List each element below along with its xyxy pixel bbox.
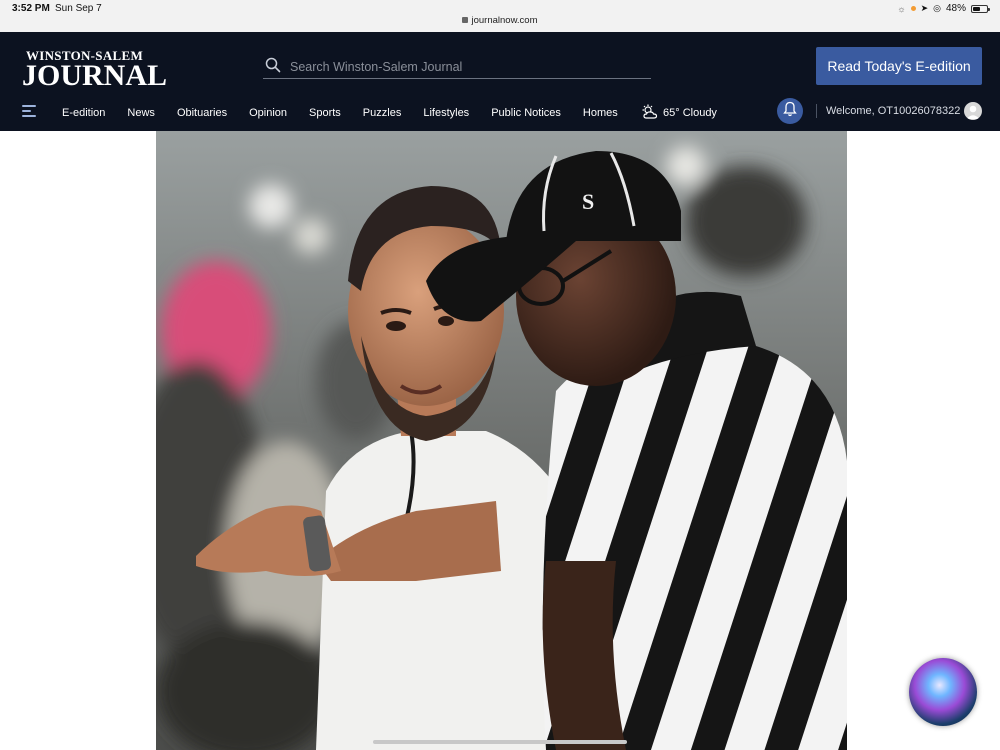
weather-text: 65° Cloudy xyxy=(663,107,717,119)
nav-link-sports[interactable]: Sports xyxy=(298,107,352,119)
address-bar[interactable]: journalnow.com xyxy=(0,15,1000,26)
home-indicator[interactable] xyxy=(373,740,627,744)
nav-link-eedition[interactable]: E-edition xyxy=(51,107,116,119)
battery-percent: 48% xyxy=(945,3,966,14)
status-icons: ☼ ➤ ◎ 48% xyxy=(897,3,990,14)
search-icon[interactable] xyxy=(265,57,281,78)
site-logo[interactable]: WINSTON-SALEM JOURNAL xyxy=(22,49,168,92)
status-time: 3:52 PM xyxy=(12,3,50,14)
main-nav: E-edition News Obituaries Opinion Sports… xyxy=(0,95,1000,131)
bell-icon xyxy=(783,101,797,122)
cloudy-sun-icon xyxy=(641,104,659,123)
nav-links: E-edition News Obituaries Opinion Sports… xyxy=(51,95,629,131)
nav-link-obituaries[interactable]: Obituaries xyxy=(166,107,238,119)
nav-link-puzzles[interactable]: Puzzles xyxy=(352,107,413,119)
nav-link-news[interactable]: News xyxy=(116,107,166,119)
siri-icon[interactable] xyxy=(909,658,977,726)
wifi-icon: ◎ xyxy=(933,3,941,13)
status-date: Sun Sep 7 xyxy=(55,3,102,14)
site-header: WINSTON-SALEM JOURNAL Read Today's E-edi… xyxy=(0,32,1000,131)
article-photo[interactable]: S xyxy=(156,131,847,750)
status-bar: 3:52 PM Sun Sep 7 journalnow.com ☼ ➤ ◎ 4… xyxy=(0,0,1000,32)
read-eedition-button[interactable]: Read Today's E-edition xyxy=(816,47,982,85)
divider xyxy=(816,104,817,118)
battery-icon xyxy=(971,4,990,13)
nav-link-public-notices[interactable]: Public Notices xyxy=(480,107,572,119)
logo-line2: JOURNAL xyxy=(22,59,168,92)
nav-link-homes[interactable]: Homes xyxy=(572,107,629,119)
svg-text:S: S xyxy=(582,189,594,214)
brightness-icon: ☼ xyxy=(897,3,906,14)
recording-dot-icon xyxy=(910,6,916,11)
weather-widget[interactable]: 65° Cloudy xyxy=(641,95,717,131)
search-input[interactable] xyxy=(288,56,642,78)
user-avatar-icon[interactable] xyxy=(964,102,982,120)
nav-link-opinion[interactable]: Opinion xyxy=(238,107,298,119)
hamburger-icon[interactable] xyxy=(22,105,36,117)
location-icon: ➤ xyxy=(920,3,929,13)
nav-link-lifestyles[interactable]: Lifestyles xyxy=(412,107,480,119)
notifications-button[interactable] xyxy=(777,98,803,124)
address-url: journalnow.com xyxy=(471,15,538,26)
welcome-text[interactable]: Welcome, OT10026078322 xyxy=(826,105,960,117)
lock-icon xyxy=(462,17,469,23)
search-bar xyxy=(263,54,651,79)
